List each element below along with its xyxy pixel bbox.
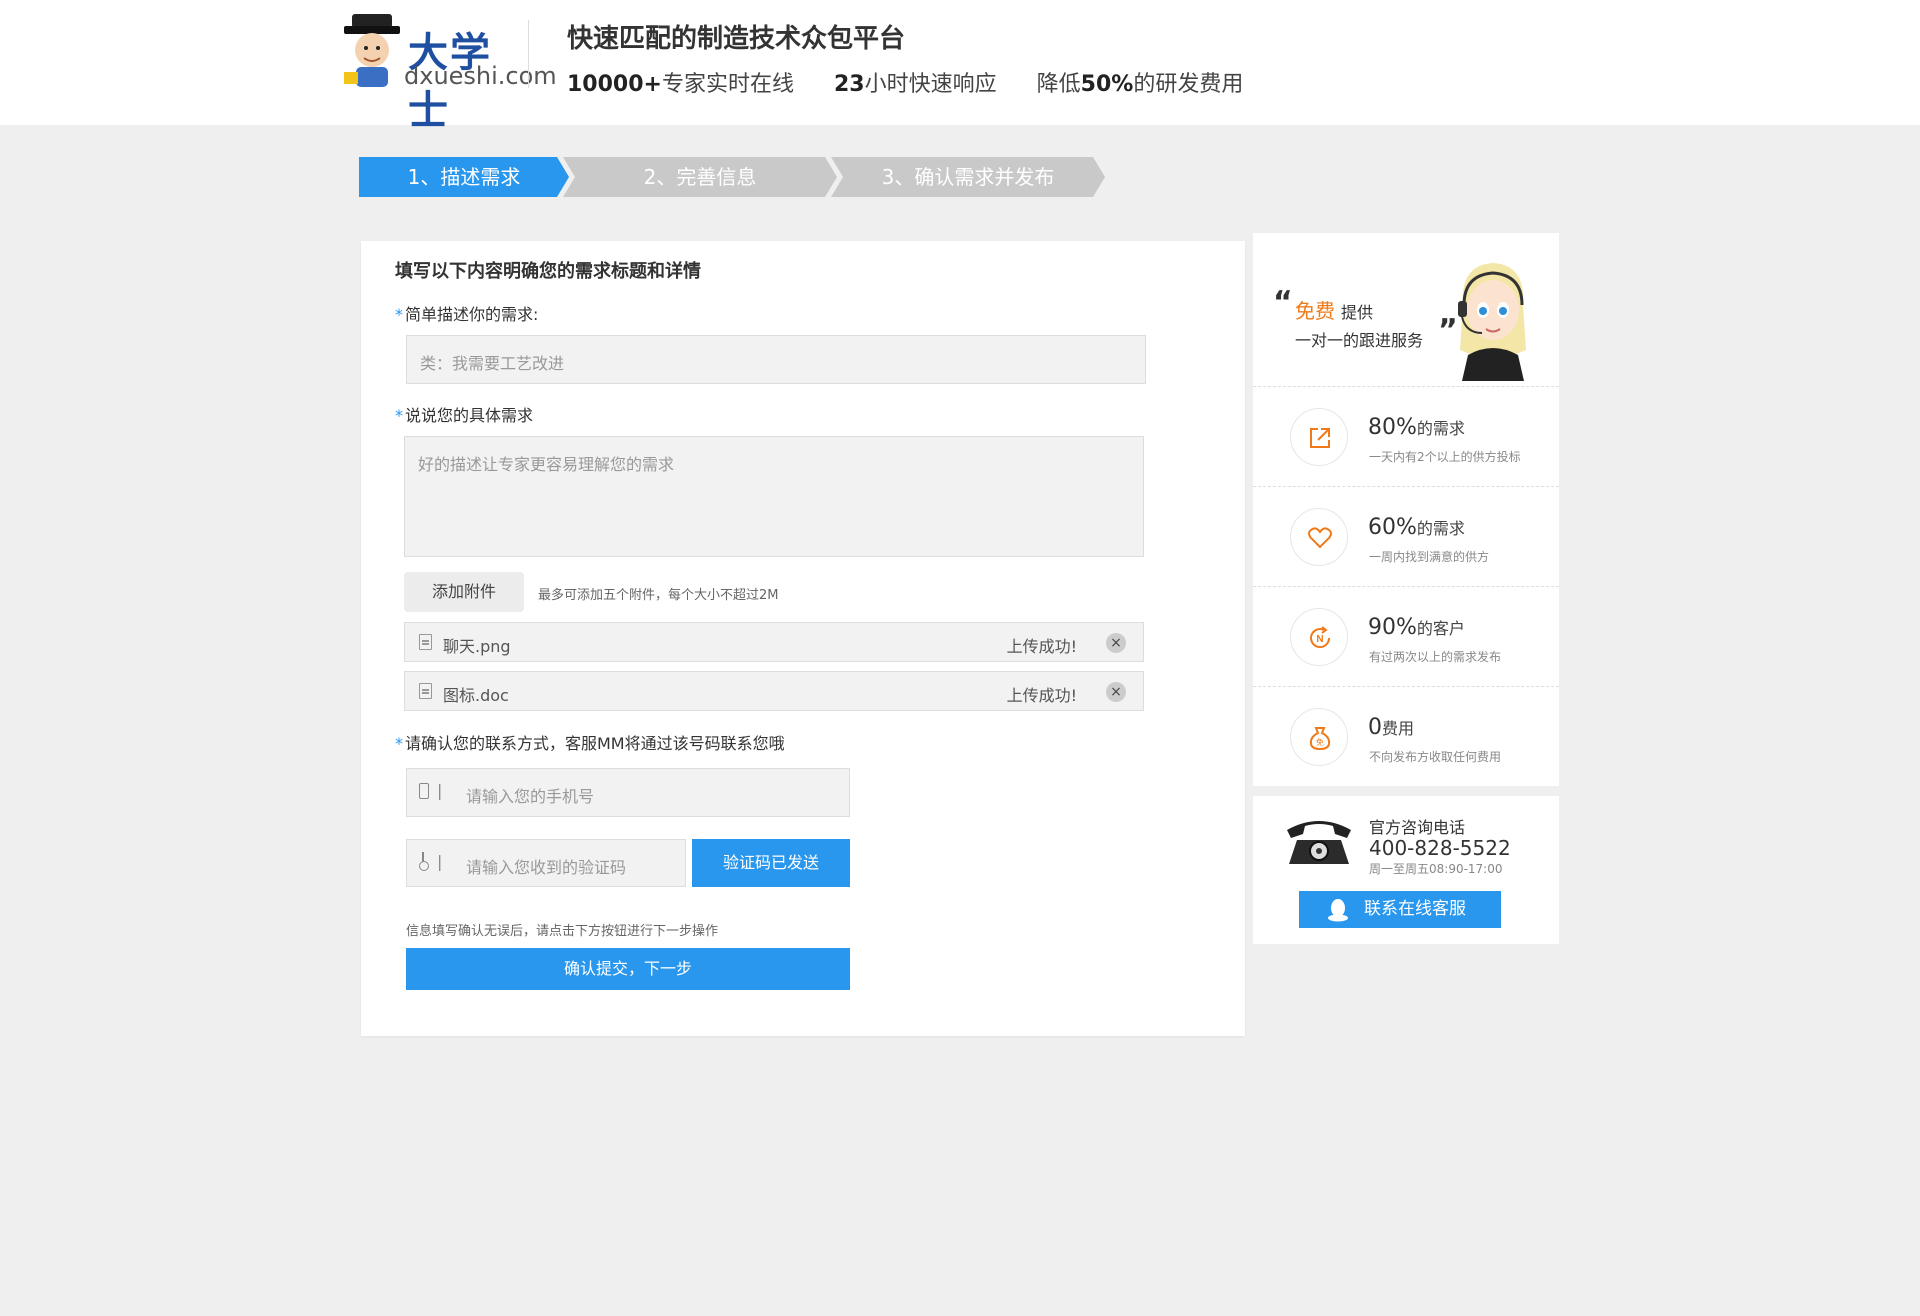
stat-unit: 费用 xyxy=(1382,719,1415,738)
feature-response: 23小时快速响应 xyxy=(834,72,997,97)
stat-value: 90% xyxy=(1368,615,1417,640)
remove-file-icon[interactable]: × xyxy=(1106,682,1126,702)
brief-input[interactable]: 类：我需要工艺改进 xyxy=(406,335,1146,384)
detail-label: * 说说您的具体需求 xyxy=(395,406,534,425)
step-complete-info: 2、完善信息 xyxy=(563,157,837,197)
money-bag-icon: 免 xyxy=(1309,727,1331,751)
verification-code-input[interactable]: | 请输入您收到的验证码 xyxy=(406,839,686,887)
remove-file-icon[interactable]: × xyxy=(1106,633,1126,653)
provide-text: 提供 xyxy=(1341,303,1374,322)
stat-item: 60%的需求 一周内找到满意的供方 xyxy=(1253,487,1559,587)
stat-icon-circle xyxy=(1290,408,1348,466)
free-service-banner: “ 免费 提供 一对一的跟进服务 ” xyxy=(1253,233,1559,387)
svg-text:N: N xyxy=(1316,634,1323,645)
external-link-icon xyxy=(1310,428,1330,448)
telephone-icon xyxy=(1287,821,1351,864)
attachment-tip: 最多可添加五个附件，每个大小不超过2M xyxy=(538,588,779,603)
key-icon xyxy=(419,852,429,871)
stat-unit: 的需求 xyxy=(1416,419,1465,438)
heart-icon xyxy=(1308,527,1332,549)
upload-status: 上传成功! xyxy=(1006,637,1077,656)
stat-description: 不向发布方收取任何费用 xyxy=(1369,750,1502,764)
mobile-phone-icon xyxy=(419,783,429,799)
open-quote-icon: “ xyxy=(1273,285,1293,320)
service-sidebar: “ 免费 提供 一对一的跟进服务 ” 80%的需求 一天内有2个以上的供方投标 xyxy=(1253,233,1559,786)
logo-domain: dxueshi.com xyxy=(404,62,557,90)
form-title: 填写以下内容明确您的需求标题和详情 xyxy=(395,261,701,282)
brief-label: * 简单描述你的需求: xyxy=(395,305,539,324)
stat-icon-circle xyxy=(1290,508,1348,566)
required-mark: * xyxy=(395,406,403,425)
progress-steps: 1、描述需求 2、完善信息 3、确认需求并发布 xyxy=(359,157,1099,197)
submit-next-button[interactable]: 确认提交，下一步 xyxy=(406,948,850,990)
detail-textarea[interactable]: 好的描述让专家更容易理解您的需求 xyxy=(404,436,1144,557)
site-slogan: 快速匹配的制造技术众包平台 xyxy=(567,24,906,54)
stat-value: 80% xyxy=(1368,415,1417,440)
code-placeholder: 请输入您收到的验证码 xyxy=(466,858,627,877)
phone-placeholder: 请输入您的手机号 xyxy=(466,787,595,806)
send-code-button[interactable]: 验证码已发送 xyxy=(692,839,850,887)
brief-placeholder: 类：我需要工艺改进 xyxy=(420,354,565,373)
file-name: 图标.doc xyxy=(443,686,509,705)
online-service-button[interactable]: 联系在线客服 xyxy=(1299,891,1501,928)
required-mark: * xyxy=(395,305,403,324)
scholar-mascot-icon xyxy=(344,14,400,87)
stat-item: N 90%的客户 有过两次以上的需求发布 xyxy=(1253,587,1559,687)
stat-description: 一天内有2个以上的供方投标 xyxy=(1369,450,1521,464)
stat-description: 有过两次以上的需求发布 xyxy=(1369,650,1502,664)
confirm-tip: 信息填写确认无误后，请点击下方按钮进行下一步操作 xyxy=(406,924,719,939)
add-attachment-button[interactable]: 添加附件 xyxy=(404,572,524,612)
site-header: 大学士 dxueshi.com 快速匹配的制造技术众包平台 10000+专家实时… xyxy=(0,0,1920,134)
service-text: 一对一的跟进服务 xyxy=(1295,331,1424,350)
step-confirm-publish: 3、确认需求并发布 xyxy=(831,157,1105,197)
hotline-title: 官方咨询电话 xyxy=(1369,818,1466,837)
online-service-label: 联系在线客服 xyxy=(1364,899,1466,919)
stat-value: 0 xyxy=(1368,715,1382,740)
hotline-hours: 周一至周五08:90-17:00 xyxy=(1369,862,1503,876)
contact-label: * 请确认您的联系方式，客服MM将通过该号码联系您哦 xyxy=(395,734,785,753)
stat-value: 60% xyxy=(1368,515,1417,540)
upload-status: 上传成功! xyxy=(1006,686,1077,705)
stat-unit: 的需求 xyxy=(1416,519,1465,538)
hotline-number[interactable]: 400-828-5522 xyxy=(1369,836,1511,860)
required-mark: * xyxy=(395,734,403,753)
stat-unit: 的客户 xyxy=(1416,619,1465,638)
file-icon xyxy=(419,634,432,650)
requirement-form: 填写以下内容明确您的需求标题和详情 * 简单描述你的需求: 类：我需要工艺改进 *… xyxy=(361,241,1245,1036)
attachment-row: 图标.doc 上传成功! × xyxy=(404,671,1144,711)
qq-penguin-icon xyxy=(1328,899,1348,922)
detail-placeholder: 好的描述让专家更容易理解您的需求 xyxy=(418,455,675,474)
stat-description: 一周内找到满意的供方 xyxy=(1369,550,1490,564)
phone-input[interactable]: | 请输入您的手机号 xyxy=(406,768,850,817)
refresh-n-icon: N xyxy=(1310,626,1331,649)
file-icon xyxy=(419,683,432,699)
free-text: 免费 xyxy=(1295,299,1335,323)
stat-icon-circle: N xyxy=(1290,608,1348,666)
site-logo[interactable]: 大学士 dxueshi.com xyxy=(338,12,557,134)
feature-cost: 降低50%的研发费用 xyxy=(1036,72,1244,97)
attachment-row: 聊天.png 上传成功! × xyxy=(404,622,1144,662)
feature-experts: 10000+专家实时在线 xyxy=(567,72,794,97)
step-describe: 1、描述需求 xyxy=(359,157,569,197)
customer-service-avatar-icon xyxy=(1458,263,1526,381)
feature-list: 10000+专家实时在线 23小时快速响应 降低50%的研发费用 xyxy=(567,66,1243,98)
stat-icon-circle: 免 xyxy=(1290,708,1348,766)
stat-item: 80%的需求 一天内有2个以上的供方投标 xyxy=(1253,387,1559,487)
logo-divider xyxy=(528,20,529,88)
contact-box: 官方咨询电话 400-828-5522 周一至周五08:90-17:00 联系在… xyxy=(1253,796,1559,944)
stat-item: 免 0费用 不向发布方收取任何费用 xyxy=(1253,687,1559,787)
svg-text:免: 免 xyxy=(1316,737,1324,747)
file-name: 聊天.png xyxy=(443,637,511,656)
